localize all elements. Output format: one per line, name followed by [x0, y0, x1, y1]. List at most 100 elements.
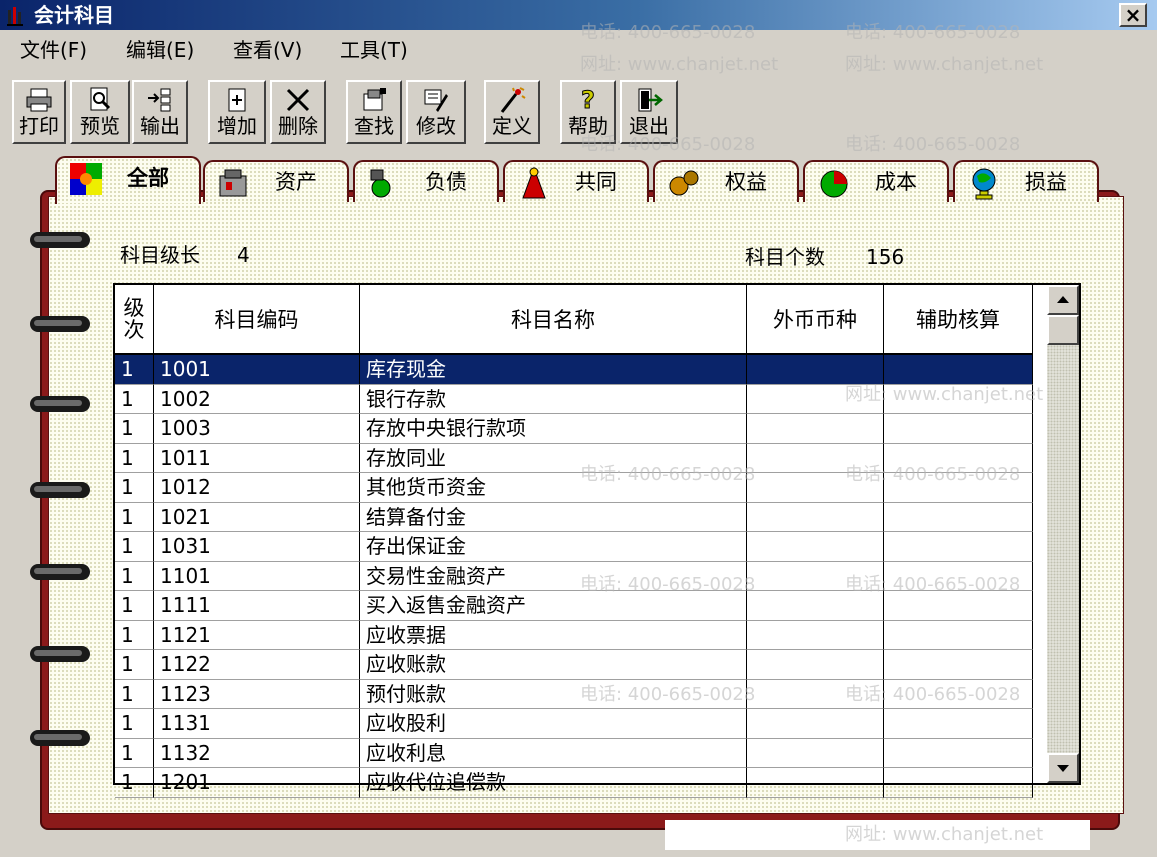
header-name[interactable]: 科目名称 — [360, 285, 747, 355]
cell-name[interactable]: 存放同业 — [360, 443, 747, 473]
menu-edit[interactable]: 编辑(E) — [126, 37, 194, 63]
cell-code[interactable]: 1011 — [154, 443, 360, 473]
menu-file[interactable]: 文件(F) — [20, 37, 87, 63]
header-code[interactable]: 科目编码 — [154, 285, 360, 355]
cell-aux[interactable] — [884, 709, 1033, 739]
vertical-scrollbar[interactable] — [1047, 285, 1079, 783]
table-row[interactable]: 1 1101 交易性金融资产 — [115, 561, 1033, 591]
table-row[interactable]: 1 1001 库存现金 — [115, 355, 1033, 385]
table-row[interactable]: 1 1132 应收利息 — [115, 738, 1033, 768]
define-button[interactable]: 定义 — [484, 80, 540, 144]
cell-name[interactable]: 买入返售金融资产 — [360, 591, 747, 621]
header-currency[interactable]: 外币币种 — [747, 285, 884, 355]
close-button[interactable]: × — [1119, 3, 1147, 27]
cell-code[interactable]: 1001 — [154, 355, 360, 385]
cell-name[interactable]: 应收票据 — [360, 620, 747, 650]
cell-code[interactable]: 1003 — [154, 414, 360, 444]
tab-all[interactable]: 全部 — [55, 156, 201, 204]
cell-code[interactable]: 1132 — [154, 738, 360, 768]
cell-currency[interactable] — [747, 709, 884, 739]
scroll-down-button[interactable] — [1047, 753, 1079, 783]
cell-level[interactable]: 1 — [115, 384, 154, 414]
cell-currency[interactable] — [747, 620, 884, 650]
cell-currency[interactable] — [747, 738, 884, 768]
cell-name[interactable]: 库存现金 — [360, 355, 747, 385]
print-button[interactable]: 打印 — [12, 80, 66, 144]
table-row[interactable]: 1 1031 存出保证金 — [115, 532, 1033, 562]
cell-currency[interactable] — [747, 650, 884, 680]
cell-name[interactable]: 其他货币资金 — [360, 473, 747, 503]
find-button[interactable]: 查找 — [346, 80, 402, 144]
cell-aux[interactable] — [884, 650, 1033, 680]
cell-currency[interactable] — [747, 355, 884, 385]
cell-level[interactable]: 1 — [115, 738, 154, 768]
cell-code[interactable]: 1111 — [154, 591, 360, 621]
edit-button[interactable]: 修改 — [406, 80, 466, 144]
header-level[interactable]: 级次 — [115, 285, 154, 355]
help-button[interactable]: ? 帮助 — [560, 80, 616, 144]
cell-aux[interactable] — [884, 443, 1033, 473]
cell-aux[interactable] — [884, 355, 1033, 385]
header-auxiliary[interactable]: 辅助核算 — [884, 285, 1033, 355]
cell-currency[interactable] — [747, 502, 884, 532]
cell-aux[interactable] — [884, 620, 1033, 650]
cell-currency[interactable] — [747, 443, 884, 473]
cell-level[interactable]: 1 — [115, 414, 154, 444]
cell-level[interactable]: 1 — [115, 679, 154, 709]
cell-level[interactable]: 1 — [115, 561, 154, 591]
cell-code[interactable]: 1131 — [154, 709, 360, 739]
cell-name[interactable]: 应收代位追偿款 — [360, 768, 747, 798]
menu-view[interactable]: 查看(V) — [233, 37, 302, 63]
cell-name[interactable]: 交易性金融资产 — [360, 561, 747, 591]
tab-liabilities[interactable]: 负债 — [353, 160, 499, 202]
table-row[interactable]: 1 1122 应收账款 — [115, 650, 1033, 680]
exit-button[interactable]: 退出 — [620, 80, 678, 144]
cell-currency[interactable] — [747, 768, 884, 798]
cell-aux[interactable] — [884, 591, 1033, 621]
cell-level[interactable]: 1 — [115, 620, 154, 650]
cell-code[interactable]: 1031 — [154, 532, 360, 562]
cell-aux[interactable] — [884, 473, 1033, 503]
cell-currency[interactable] — [747, 679, 884, 709]
cell-code[interactable]: 1021 — [154, 502, 360, 532]
cell-name[interactable]: 存出保证金 — [360, 532, 747, 562]
tab-cost[interactable]: 成本 — [803, 160, 949, 202]
cell-aux[interactable] — [884, 768, 1033, 798]
cell-level[interactable]: 1 — [115, 650, 154, 680]
table-row[interactable]: 1 1003 存放中央银行款项 — [115, 414, 1033, 444]
cell-aux[interactable] — [884, 532, 1033, 562]
cell-aux[interactable] — [884, 738, 1033, 768]
cell-level[interactable]: 1 — [115, 502, 154, 532]
cell-aux[interactable] — [884, 414, 1033, 444]
table-row[interactable]: 1 1201 应收代位追偿款 — [115, 768, 1033, 798]
cell-name[interactable]: 存放中央银行款项 — [360, 414, 747, 444]
table-row[interactable]: 1 1002 银行存款 — [115, 384, 1033, 414]
cell-aux[interactable] — [884, 561, 1033, 591]
cell-level[interactable]: 1 — [115, 768, 154, 798]
tab-profit-loss[interactable]: 损益 — [953, 160, 1099, 202]
cell-level[interactable]: 1 — [115, 473, 154, 503]
cell-name[interactable]: 应收账款 — [360, 650, 747, 680]
cell-level[interactable]: 1 — [115, 532, 154, 562]
cell-name[interactable]: 银行存款 — [360, 384, 747, 414]
scroll-thumb[interactable] — [1047, 315, 1079, 345]
cell-currency[interactable] — [747, 591, 884, 621]
cell-currency[interactable] — [747, 414, 884, 444]
cell-code[interactable]: 1201 — [154, 768, 360, 798]
cell-level[interactable]: 1 — [115, 355, 154, 385]
table-row[interactable]: 1 1012 其他货币资金 — [115, 473, 1033, 503]
export-button[interactable]: 输出 — [132, 80, 188, 144]
scroll-up-button[interactable] — [1047, 285, 1079, 315]
cell-code[interactable]: 1123 — [154, 679, 360, 709]
cell-level[interactable]: 1 — [115, 443, 154, 473]
tab-equity[interactable]: 权益 — [653, 160, 799, 202]
cell-aux[interactable] — [884, 502, 1033, 532]
preview-button[interactable]: 预览 — [70, 80, 130, 144]
delete-button[interactable]: 删除 — [270, 80, 326, 144]
cell-level[interactable]: 1 — [115, 709, 154, 739]
cell-name[interactable]: 结算备付金 — [360, 502, 747, 532]
add-button[interactable]: 增加 — [208, 80, 266, 144]
table-row[interactable]: 1 1121 应收票据 — [115, 620, 1033, 650]
cell-code[interactable]: 1012 — [154, 473, 360, 503]
cell-name[interactable]: 应收股利 — [360, 709, 747, 739]
